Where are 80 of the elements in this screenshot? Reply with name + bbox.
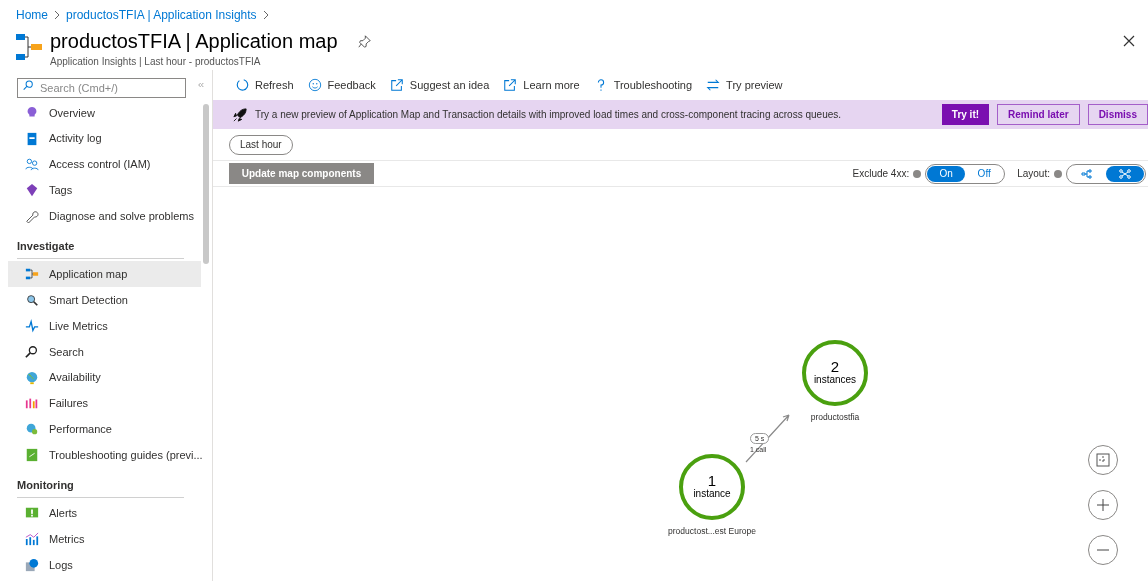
sidebar-item[interactable]: Application map — [8, 261, 201, 288]
refresh-icon — [235, 78, 249, 92]
node-name: productostfia — [809, 411, 861, 424]
sidebar-item[interactable]: Tags — [8, 177, 201, 204]
banner-button[interactable]: Dismiss — [1087, 104, 1148, 125]
toolbar-button[interactable]: Feedback — [307, 76, 376, 94]
update-button[interactable]: Update map components — [229, 163, 374, 184]
toolbar-button[interactable]: Troubleshooting — [593, 76, 693, 94]
section-heading: Investigate — [17, 238, 184, 260]
wrench-icon — [25, 209, 39, 224]
map-node[interactable]: 2 instances — [802, 340, 868, 406]
magnifier-icon — [25, 293, 39, 308]
layout-label: Layout: — [1017, 167, 1050, 181]
layout-option[interactable] — [1106, 165, 1144, 182]
globe-icon — [25, 370, 39, 385]
bar-chart-icon — [25, 396, 39, 411]
sidebar-item[interactable]: Overview — [8, 100, 201, 126]
sidebar-item[interactable]: Logs — [8, 551, 201, 578]
banner-text: Try a new preview of Application Map and Transaction details with improved load times and cross-component tracing across queues. — [255, 108, 843, 122]
search-icon — [25, 344, 39, 359]
bulb-icon — [25, 105, 39, 120]
external-link-icon — [503, 78, 518, 92]
app-map-icon — [16, 34, 42, 60]
chevron-icon — [54, 10, 60, 20]
edge-arrow — [745, 412, 791, 463]
pulse-icon — [25, 318, 39, 333]
map-node[interactable]: 1 instance — [679, 454, 745, 520]
info-icon — [913, 169, 922, 178]
breadcrumb-link[interactable]: productosTFIA | Application Insights — [66, 6, 257, 24]
logs-icon — [25, 557, 39, 572]
sidebar-item[interactable]: Access control (IAM) — [8, 151, 201, 178]
plus-icon — [1096, 498, 1110, 512]
network-layout-icon — [1119, 168, 1131, 179]
document-icon — [25, 131, 39, 146]
tag-icon — [25, 183, 39, 198]
people-icon — [25, 157, 39, 172]
zoom-in-button[interactable] — [1088, 490, 1118, 520]
sidebar-item[interactable]: Alerts — [8, 500, 201, 527]
banner-button[interactable]: Try it! — [941, 104, 990, 125]
fit-icon — [1096, 453, 1110, 467]
breadcrumb-link[interactable]: Home — [16, 6, 48, 24]
sidebar-item[interactable]: Failures — [8, 390, 201, 417]
toggle-option[interactable]: On — [927, 165, 966, 182]
swap-icon — [706, 78, 721, 92]
fit-to-screen-button[interactable] — [1088, 445, 1118, 475]
sidebar-item[interactable]: Live Metrics — [8, 313, 201, 339]
scrollbar[interactable] — [203, 104, 209, 264]
sidebar-item[interactable]: Availability — [8, 364, 201, 391]
pin-icon[interactable] — [357, 34, 371, 48]
toolbar-button[interactable]: Suggest an idea — [389, 76, 490, 94]
zoom-out-button[interactable] — [1088, 535, 1118, 565]
page-title: productosTFIA | Application map — [50, 29, 338, 54]
sidebar-item[interactable]: Diagnose and solve problems — [8, 203, 201, 229]
sidebar-item[interactable]: Smart Detection — [8, 287, 201, 314]
banner-button[interactable]: Remind later — [997, 104, 1080, 125]
rocket-icon — [233, 107, 247, 122]
tree-layout-icon — [1081, 168, 1093, 179]
toolbar-button[interactable]: Try preview — [706, 76, 783, 94]
sidebar-item[interactable]: Troubleshooting guides (previ... — [8, 442, 201, 468]
exclude-label: Exclude 4xx: — [852, 167, 910, 181]
sidebar-item[interactable]: Metrics — [8, 526, 201, 552]
external-link-icon — [389, 78, 404, 92]
toggle-option[interactable]: Off — [965, 165, 1004, 182]
search-icon — [23, 79, 34, 91]
chevron-icon — [262, 10, 269, 20]
info-icon — [1054, 169, 1062, 178]
collapse-icon[interactable] — [198, 81, 204, 89]
map-icon — [25, 267, 39, 282]
sidebar-item[interactable]: Search — [8, 338, 201, 365]
smiley-icon — [307, 78, 322, 92]
metrics-icon — [25, 532, 39, 547]
sidebar-item[interactable]: Performance — [8, 416, 201, 443]
search-field[interactable]: Search (Cmd+/) — [17, 78, 186, 98]
section-heading: Monitoring — [17, 476, 184, 499]
page-subtitle: Application Insights | Last hour - productosTFIA — [50, 55, 262, 69]
node-name: productost...est Europe — [667, 525, 757, 538]
toolbar-button[interactable]: Learn more — [503, 76, 580, 94]
sidebar-item[interactable]: Activity log — [8, 125, 201, 152]
toolbar-button[interactable]: Refresh — [235, 76, 294, 94]
close-icon[interactable] — [1123, 35, 1135, 47]
